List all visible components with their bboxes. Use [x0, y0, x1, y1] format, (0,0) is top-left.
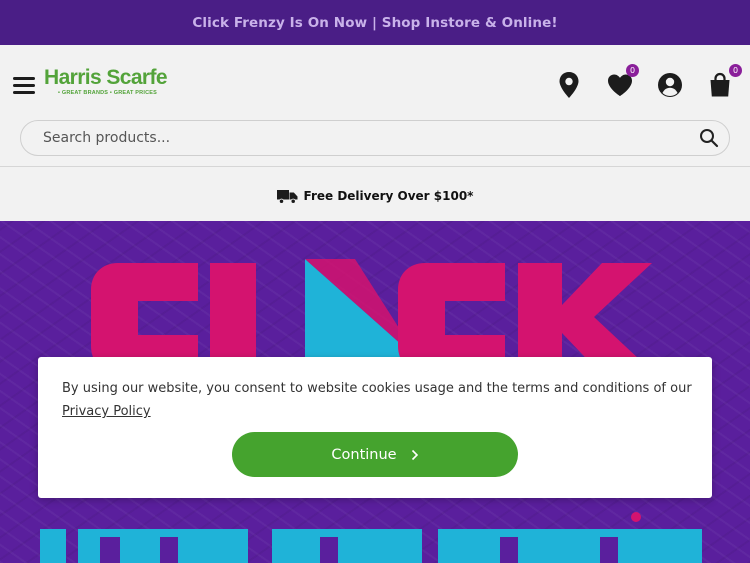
continue-button-label: Continue: [331, 446, 397, 463]
search-bar[interactable]: [20, 120, 730, 156]
continue-button[interactable]: Continue: [232, 432, 518, 477]
search-input[interactable]: [43, 121, 683, 155]
privacy-policy-link[interactable]: Privacy Policy: [62, 404, 151, 419]
logo-tagline: • GREAT BRANDS • GREAT PRICES: [58, 90, 157, 96]
wishlist-count-badge: 0: [626, 64, 639, 77]
delivery-text: Free Delivery Over $100*: [303, 189, 474, 203]
cookie-consent-modal: By using our website, you consent to web…: [38, 357, 712, 498]
menu-icon[interactable]: [13, 77, 35, 94]
cart-count-badge: 0: [729, 64, 742, 77]
location-pin-icon: [559, 72, 579, 98]
logo-wordmark: Harris Scarfe: [44, 66, 168, 89]
shopping-bag-icon: [710, 72, 730, 97]
search-icon[interactable]: [699, 128, 719, 148]
chevron-right-icon: [411, 449, 418, 460]
account-button[interactable]: [656, 70, 684, 100]
store-locator-button[interactable]: [555, 70, 583, 100]
heart-icon: [608, 74, 632, 96]
promo-text[interactable]: Click Frenzy Is On Now | Shop Instore & …: [192, 15, 557, 31]
truck-icon: [276, 189, 298, 204]
cookie-message: By using our website, you consent to web…: [62, 381, 692, 396]
header-divider: [0, 166, 750, 167]
promo-bar[interactable]: Click Frenzy Is On Now | Shop Instore & …: [0, 0, 750, 45]
delivery-banner: Free Delivery Over $100*: [0, 184, 750, 208]
wishlist-button[interactable]: 0: [606, 64, 639, 100]
logo[interactable]: Harris Scarfe • GREAT BRANDS • GREAT PRI…: [44, 67, 174, 99]
cookie-consent-text: By using our website, you consent to web…: [62, 377, 692, 423]
cart-button[interactable]: 0: [706, 64, 742, 100]
user-icon: [658, 73, 682, 97]
